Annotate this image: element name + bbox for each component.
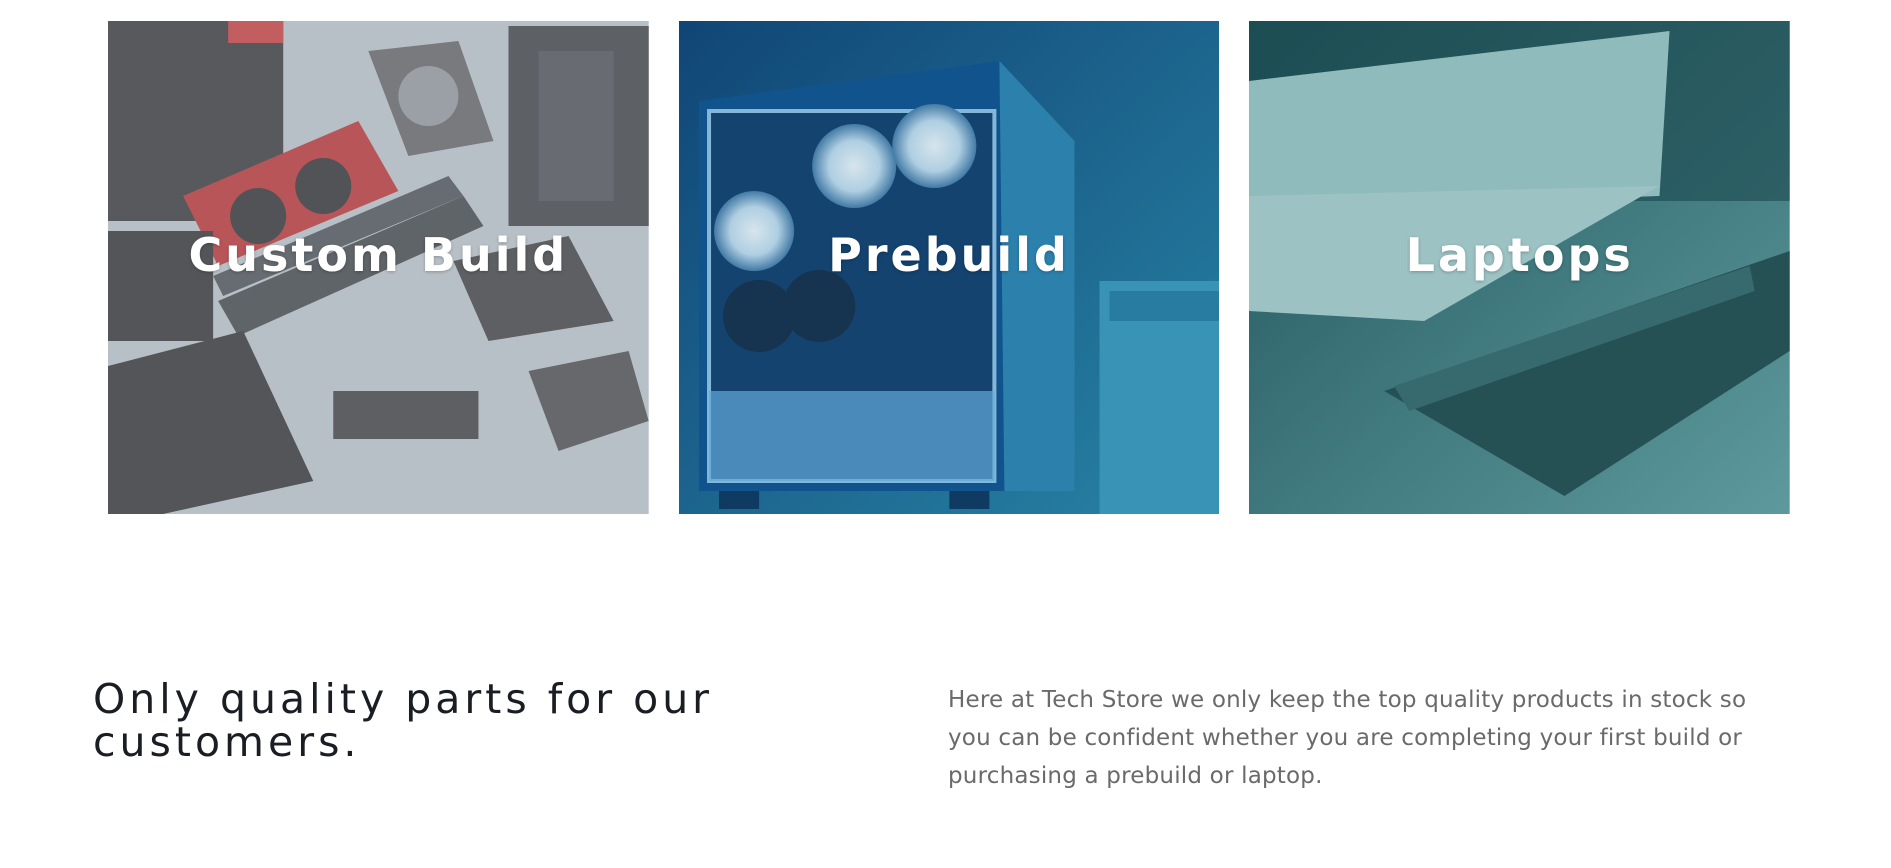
category-title: Custom Build	[188, 227, 569, 282]
category-card-prebuild[interactable]: Prebuild	[678, 21, 1220, 514]
about-heading: Only quality parts for our customers.	[93, 675, 714, 766]
category-title: Laptops	[1405, 227, 1634, 282]
category-cards: Custom Build Prebuild Laptops	[108, 21, 1791, 514]
category-card-laptops[interactable]: Laptops	[1249, 21, 1791, 514]
category-title: Prebuild	[828, 227, 1070, 282]
about-description: Here at Tech Store we only keep the top …	[948, 687, 1747, 789]
category-card-custom-build[interactable]: Custom Build	[108, 21, 649, 514]
